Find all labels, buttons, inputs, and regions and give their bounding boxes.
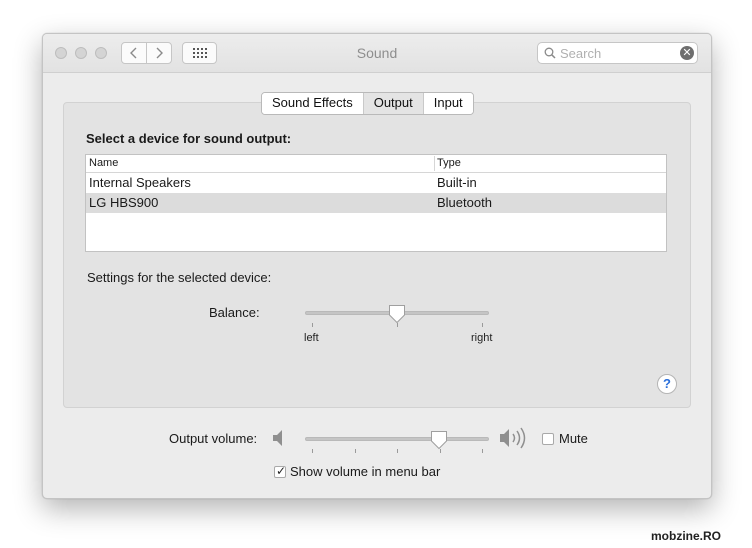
tab-input[interactable]: Input: [423, 93, 473, 114]
help-button[interactable]: ?: [657, 374, 677, 394]
search-field[interactable]: Search ✕: [537, 42, 698, 64]
volume-tick: [397, 449, 398, 453]
device-list-heading: Select a device for sound output:: [86, 131, 292, 146]
title-bar: Sound Search ✕: [43, 34, 711, 73]
output-volume-label: Output volume:: [169, 431, 258, 446]
column-divider: [434, 156, 435, 171]
show-volume-in-menu-bar-checkbox[interactable]: ✓: [274, 464, 287, 478]
output-volume-slider[interactable]: [305, 437, 489, 441]
speaker-low-icon: [273, 430, 282, 446]
device-type: Bluetooth: [437, 195, 492, 210]
device-name: LG HBS900: [89, 195, 159, 210]
balance-label: Balance:: [209, 305, 260, 320]
device-name: Internal Speakers: [89, 175, 191, 190]
volume-tick: [312, 449, 313, 453]
mute-label: Mute: [559, 431, 588, 446]
volume-tick: [355, 449, 356, 453]
sound-preferences-window: Sound Search ✕ Sound Effects Output Inpu…: [42, 33, 712, 499]
watermark-logo: mobzine.RO: [651, 529, 722, 543]
balance-tick: [397, 323, 398, 327]
column-header-type[interactable]: Type: [437, 155, 461, 171]
clear-icon[interactable]: ✕: [680, 46, 694, 60]
tab-bar: Sound Effects Output Input: [261, 92, 474, 115]
volume-tick: [482, 449, 483, 453]
search-placeholder: Search: [560, 46, 602, 61]
device-settings-label: Settings for the selected device:: [87, 270, 272, 285]
tab-sound-effects[interactable]: Sound Effects: [262, 93, 363, 114]
output-volume-slider-thumb[interactable]: [430, 430, 448, 450]
table-header: Name Type: [86, 155, 666, 173]
balance-slider-thumb[interactable]: [388, 304, 406, 324]
mute-checkbox[interactable]: [542, 433, 554, 445]
table-row[interactable]: Internal Speakers Built-in: [86, 173, 666, 193]
balance-tick: [482, 323, 483, 327]
device-table: Name Type Internal Speakers Built-in LG …: [85, 154, 667, 252]
table-row-selected[interactable]: LG HBS900 Bluetooth: [86, 193, 666, 213]
volume-tick: [440, 449, 441, 453]
help-icon: ?: [663, 376, 671, 391]
show-volume-in-menu-bar-label: Show volume in menu bar: [290, 464, 441, 479]
checkmark-icon: ✓: [276, 464, 287, 478]
device-type: Built-in: [437, 175, 477, 190]
balance-tick: [312, 323, 313, 327]
balance-left-label: left: [304, 332, 319, 344]
search-icon: [544, 47, 556, 59]
output-panel: [63, 102, 691, 408]
column-header-name[interactable]: Name: [89, 155, 118, 171]
speaker-high-icon: [500, 427, 526, 449]
tab-output[interactable]: Output: [362, 93, 424, 114]
balance-right-label: right: [471, 332, 493, 344]
